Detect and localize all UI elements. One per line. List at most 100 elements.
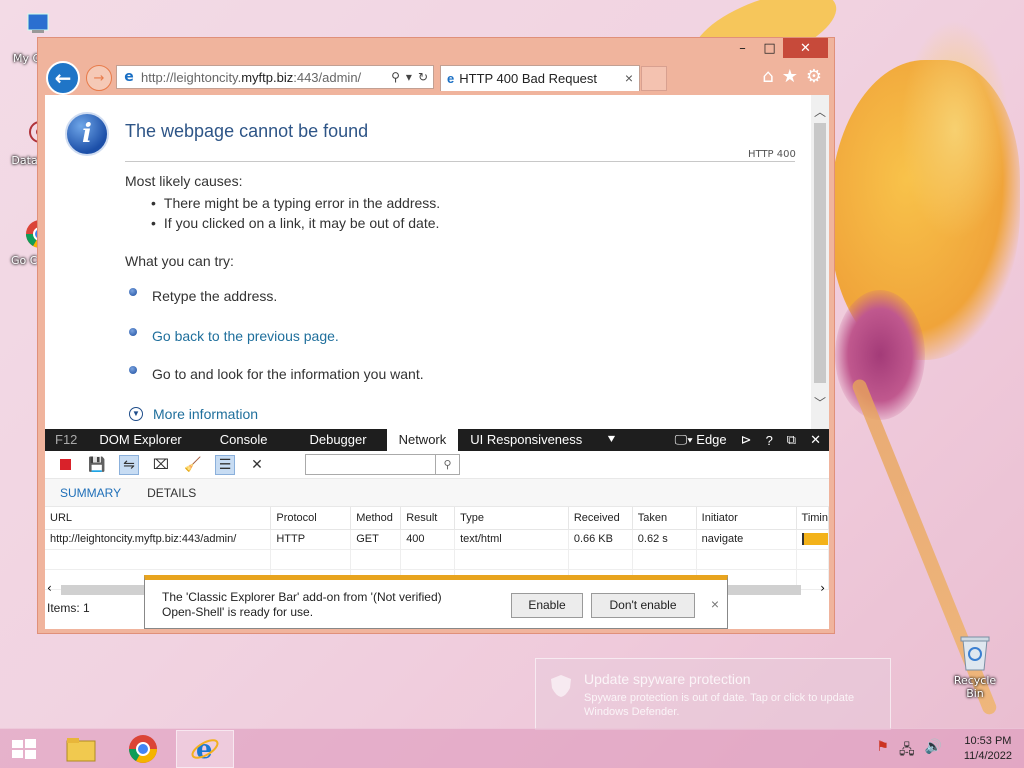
volume-icon[interactable]: 🔊 [925, 739, 942, 763]
ie-page-icon: e [124, 69, 134, 85]
favorites-star-icon[interactable]: ★ [782, 66, 798, 87]
minimize-button[interactable]: – [729, 38, 756, 58]
forward-button[interactable]: → [86, 65, 112, 91]
emulation-mode-dropdown[interactable]: 🖵▾ Edge [675, 432, 727, 448]
help-icon[interactable]: ? [766, 433, 773, 448]
desktop-icon-recycle-bin[interactable]: Recycle Bin [944, 632, 1006, 700]
stop-icon [59, 459, 71, 470]
taskbar-chrome[interactable] [114, 730, 172, 768]
defender-toast[interactable]: Update spyware protection Spyware protec… [535, 658, 891, 730]
go-back-link[interactable]: Go back to the previous page. [152, 328, 339, 344]
recycle-bin-icon [955, 632, 995, 672]
timing-bar [801, 533, 828, 546]
close-icon[interactable]: × [711, 596, 719, 612]
taskbar-internet-explorer[interactable]: e [176, 730, 234, 768]
vertical-scrollbar[interactable]: ︿ ﹀ [811, 95, 829, 429]
undock-icon[interactable]: ⧉ [787, 432, 796, 448]
console-toggle-icon[interactable]: ⊳ [741, 432, 752, 448]
clear-cache-icon[interactable]: 🧹 [183, 455, 203, 475]
chrome-icon [129, 735, 157, 763]
col-taken[interactable]: Taken [632, 507, 697, 530]
col-method[interactable]: Method [350, 507, 402, 530]
col-received[interactable]: Received [568, 507, 633, 530]
col-timings[interactable]: Timin [796, 507, 830, 530]
home-icon[interactable]: ⌂ [762, 66, 773, 87]
subtab-details[interactable]: DETAILS [147, 486, 196, 500]
back-button[interactable]: ← [46, 61, 80, 95]
maximize-button[interactable]: □ [756, 38, 783, 58]
network-icon[interactable]: 🖧 [899, 739, 915, 763]
back-arrow-icon: ← [54, 66, 72, 90]
cell-result: 400 [400, 529, 456, 550]
navigation-bar: ← → e http://leightoncity.myftp.biz:443/… [44, 60, 828, 95]
tab-network[interactable]: Network [386, 429, 459, 451]
taskbar: e ⚑ 🖧 🔊 10:53 PM 11/4/2022 [0, 728, 1024, 768]
browser-tab[interactable]: e HTTP 400 Bad Request × [440, 65, 640, 91]
scroll-thumb[interactable] [814, 123, 826, 383]
network-subtabs: SUMMARY DETAILS [45, 479, 829, 507]
scroll-up-icon[interactable]: ︿ [811, 103, 829, 120]
internet-explorer-icon: e [191, 735, 219, 764]
refresh-icon[interactable]: ↻ [418, 70, 428, 84]
clear-icon[interactable]: ✕ [247, 455, 267, 475]
filter-list-icon[interactable]: ☰ [215, 454, 235, 475]
info-icon: i [65, 112, 109, 156]
more-information-link[interactable]: ▼ More information [129, 406, 258, 422]
col-initiator[interactable]: Initiator [696, 507, 797, 530]
save-icon[interactable]: 💾 [87, 455, 107, 475]
dropdown-icon[interactable]: ▾ [406, 70, 412, 84]
tab-console[interactable]: Console [194, 429, 280, 451]
table-row [45, 549, 830, 570]
clear-entries-icon[interactable]: ⌧ [151, 455, 171, 475]
tab-close-icon[interactable]: × [625, 70, 633, 86]
gear-icon[interactable]: ⚙ [806, 66, 822, 87]
stop-profiling-button[interactable] [55, 455, 75, 475]
notification-line-1: The 'Classic Explorer Bar' add-on from '… [162, 590, 442, 604]
cause-item: There might be a typing error in the add… [151, 195, 440, 211]
dont-enable-button[interactable]: Don't enable [591, 593, 695, 618]
search-icon[interactable]: ⚲ [435, 455, 459, 474]
more-information-label: More information [153, 406, 259, 422]
toast-title: Update spyware protection [584, 671, 751, 687]
go-to-item: Go to and look for the information you w… [129, 366, 424, 382]
wallpaper-petal [900, 20, 1010, 240]
addon-notification: The 'Classic Explorer Bar' add-on from '… [144, 575, 728, 629]
title-divider [125, 161, 795, 162]
retype-item: Retype the address. [129, 288, 277, 304]
action-center-flag-icon[interactable]: ⚑ [876, 739, 889, 763]
cell-type: text/html [454, 529, 569, 550]
scroll-down-icon[interactable]: ﹀ [811, 394, 829, 411]
shield-icon [551, 675, 571, 697]
search-icon[interactable]: ⚲ [391, 70, 400, 84]
table-row[interactable]: http://leightoncity.myftp.biz:443/admin/… [45, 529, 830, 550]
taskbar-file-explorer[interactable] [52, 730, 110, 768]
go-back-item: Go back to the previous page. [129, 328, 339, 344]
col-protocol[interactable]: Protocol [270, 507, 352, 530]
tab-title: HTTP 400 Bad Request [459, 71, 598, 86]
more-tabs-icon[interactable]: ⯆ [594, 429, 628, 451]
address-text[interactable]: http://leightoncity.myftp.biz:443/admin/ [141, 70, 391, 85]
enable-button[interactable]: Enable [511, 593, 583, 618]
desktop-icon-label: Recycle Bin [953, 674, 997, 700]
devtools-close-icon[interactable]: ✕ [810, 432, 821, 448]
col-type[interactable]: Type [454, 507, 569, 530]
address-bar[interactable]: e http://leightoncity.myftp.biz:443/admi… [116, 65, 434, 89]
new-tab-button[interactable] [641, 66, 667, 91]
subtab-summary[interactable]: SUMMARY [60, 486, 121, 500]
cell-url: http://leightoncity.myftp.biz:443/admin/ [45, 529, 272, 550]
tab-dom-explorer[interactable]: DOM Explorer [87, 429, 193, 451]
close-button[interactable]: ✕ [783, 38, 828, 58]
start-button[interactable] [0, 730, 48, 768]
http-code: HTTP 400 [748, 149, 796, 160]
col-url[interactable]: URL [45, 507, 272, 530]
always-refresh-icon[interactable]: ⇋ [119, 454, 139, 475]
go-to-text: Go to and look for the information you w… [152, 366, 424, 382]
scroll-right-icon[interactable]: › [820, 581, 825, 595]
scroll-left-icon[interactable]: ‹ [47, 581, 52, 595]
clock[interactable]: 10:53 PM 11/4/2022 [964, 734, 1012, 764]
col-result[interactable]: Result [400, 507, 456, 530]
tab-debugger[interactable]: Debugger [279, 429, 378, 451]
network-search-input[interactable]: ⚲ [305, 454, 460, 475]
items-count: Items: 1 [47, 601, 90, 615]
tab-ui-responsiveness[interactable]: UI Responsiveness [458, 429, 594, 451]
